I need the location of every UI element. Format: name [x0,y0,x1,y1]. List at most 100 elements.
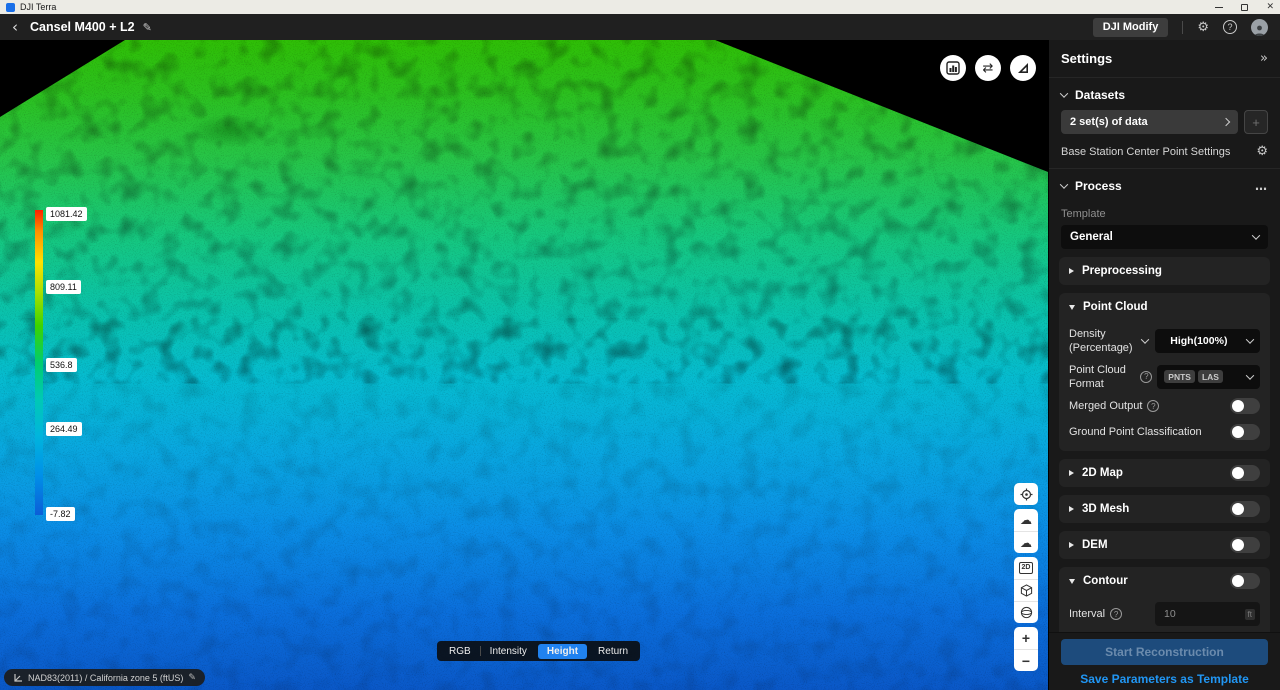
settings-panel: Settings » Datasets 2 set(s) of data + B… [1048,40,1280,690]
start-reconstruction-button[interactable]: Start Reconstruction [1061,639,1268,665]
recenter-view-button[interactable] [1014,483,1038,505]
base-station-label: Base Station Center Point Settings [1061,146,1230,158]
mesh-3d-toggle[interactable] [1230,501,1260,517]
chevron-down-icon [1060,180,1068,188]
dem-label: DEM [1082,539,1108,551]
chevron-down-icon [1246,336,1254,344]
recenter-icon [1020,488,1033,501]
map-2d-toggle[interactable] [1230,465,1260,481]
datasets-count-label: 2 set(s) of data [1070,116,1148,128]
panel-footer: Start Reconstruction Save Parameters as … [1049,632,1280,690]
mode-height[interactable]: Height [538,644,587,659]
window-title: DJI Terra [20,2,56,12]
contour-label: Contour [1083,575,1128,587]
preprocessing-label: Preprocessing [1082,265,1162,277]
minimize-icon[interactable] [1215,7,1223,8]
density-dropdown[interactable]: High(100%) [1155,329,1260,353]
edit-project-icon[interactable]: ✎ [143,21,152,34]
info-icon[interactable]: ? [1140,371,1152,383]
2d-badge-icon: 2D [1019,562,1034,573]
point-cloud-display-button[interactable]: ☁ [1014,509,1038,531]
datasets-count-button[interactable]: 2 set(s) of data [1061,110,1238,134]
merged-output-label: Merged Output [1069,400,1142,412]
template-dropdown[interactable]: General [1061,225,1268,249]
process-section-header[interactable]: Process … [1049,169,1280,199]
histogram-tool-button[interactable] [940,55,966,81]
chevron-down-icon[interactable] [1141,336,1149,344]
mesh-3d-header[interactable]: 3D Mesh [1069,496,1260,522]
project-title: Cansel M400 + L2 [30,20,135,34]
preprocessing-header[interactable]: Preprocessing [1069,258,1260,284]
collapse-panel-icon[interactable]: » [1260,51,1268,66]
datasets-label: Datasets [1075,88,1125,102]
save-parameters-link[interactable]: Save Parameters as Template [1061,672,1268,686]
datasets-section-header[interactable]: Datasets [1049,78,1280,108]
base-station-gear-icon[interactable]: ⚙ [1256,145,1268,158]
info-icon[interactable]: ? [1147,400,1159,412]
add-dataset-button[interactable]: + [1244,110,1268,134]
format-label: Point Cloud Format [1069,363,1135,392]
user-avatar[interactable] [1251,19,1268,36]
view-2d-button[interactable]: 2D [1014,557,1038,579]
map-2d-header[interactable]: 2D Map [1069,460,1260,486]
info-icon[interactable]: ? [1110,608,1122,620]
triangle-down-icon [1069,305,1075,310]
axes-icon [13,673,23,683]
mesh-3d-card: 3D Mesh [1059,495,1270,523]
header-divider [1182,21,1183,34]
merged-output-toggle[interactable] [1230,398,1260,414]
viewport-toolbar: ☁ ☁ 2D [1014,483,1038,671]
ground-classification-toggle[interactable] [1230,424,1260,440]
point-cloud-viewport[interactable]: 1081.42 809.11 536.8 264.49 -7.82 ⇄ [0,40,1048,690]
mode-intensity[interactable]: Intensity [481,644,536,659]
format-dropdown[interactable]: PNTS LAS [1157,365,1260,389]
triangle-right-icon [1069,470,1074,476]
measure-tool-button[interactable] [1010,55,1036,81]
dem-header[interactable]: DEM [1069,532,1260,558]
template-label: Template [1049,199,1280,225]
help-icon[interactable]: ? [1223,20,1237,34]
mode-return[interactable]: Return [589,644,637,659]
process-more-icon[interactable]: … [1255,179,1268,193]
compare-tool-button[interactable]: ⇄ [975,55,1001,81]
mode-rgb[interactable]: RGB [440,644,480,659]
zoom-out-button[interactable]: − [1014,649,1038,671]
density-label: Density (Percentage) [1069,327,1137,356]
point-cloud-label: Point Cloud [1083,301,1148,313]
triangle-right-icon [1069,542,1074,548]
view-cube-button[interactable] [1014,579,1038,601]
maximize-icon[interactable] [1241,4,1248,11]
back-icon[interactable]: ‹ [12,20,18,35]
contour-toggle[interactable] [1230,573,1260,589]
panel-scroll-area[interactable]: Datasets 2 set(s) of data + Base Station… [1049,78,1280,632]
preprocessing-card: Preprocessing [1059,257,1270,285]
settings-gear-icon[interactable]: ⚙ [1197,21,1209,34]
dji-modify-button[interactable]: DJI Modify [1093,18,1169,37]
interval-value: 10 [1164,608,1176,620]
chevron-right-icon [1222,118,1230,126]
height-color-scale [35,210,43,515]
format-tag-las: LAS [1198,370,1223,383]
sphere-icon [1020,606,1033,619]
edit-crs-icon[interactable]: ✎ [188,673,196,683]
interval-input[interactable]: 10 ft [1155,602,1260,626]
view-sphere-button[interactable] [1014,601,1038,623]
point-cloud-header[interactable]: Point Cloud [1069,294,1260,320]
dem-toggle[interactable] [1230,537,1260,553]
point-cloud-style-button[interactable]: ☁ [1014,531,1038,553]
chevron-down-icon [1246,371,1254,379]
contour-header[interactable]: Contour [1069,568,1260,594]
zoom-in-button[interactable]: + [1014,627,1038,649]
histogram-icon [946,61,960,75]
triangle-right-icon [1069,268,1074,274]
triangle-right-icon [1069,506,1074,512]
close-icon[interactable]: ✕ [1266,3,1274,12]
point-cloud-card: Point Cloud Density (Percentage) High(10… [1059,293,1270,451]
ground-classification-label: Ground Point Classification [1069,426,1202,438]
scale-label: 1081.42 [46,207,87,221]
coordinate-system-pill[interactable]: NAD83(2011) / California zone 5 (ftUS) ✎ [4,669,205,686]
chevron-down-icon [1060,89,1068,97]
mesh-3d-label: 3D Mesh [1082,503,1129,515]
panel-title: Settings [1061,51,1112,66]
scale-label: 536.8 [46,358,77,372]
